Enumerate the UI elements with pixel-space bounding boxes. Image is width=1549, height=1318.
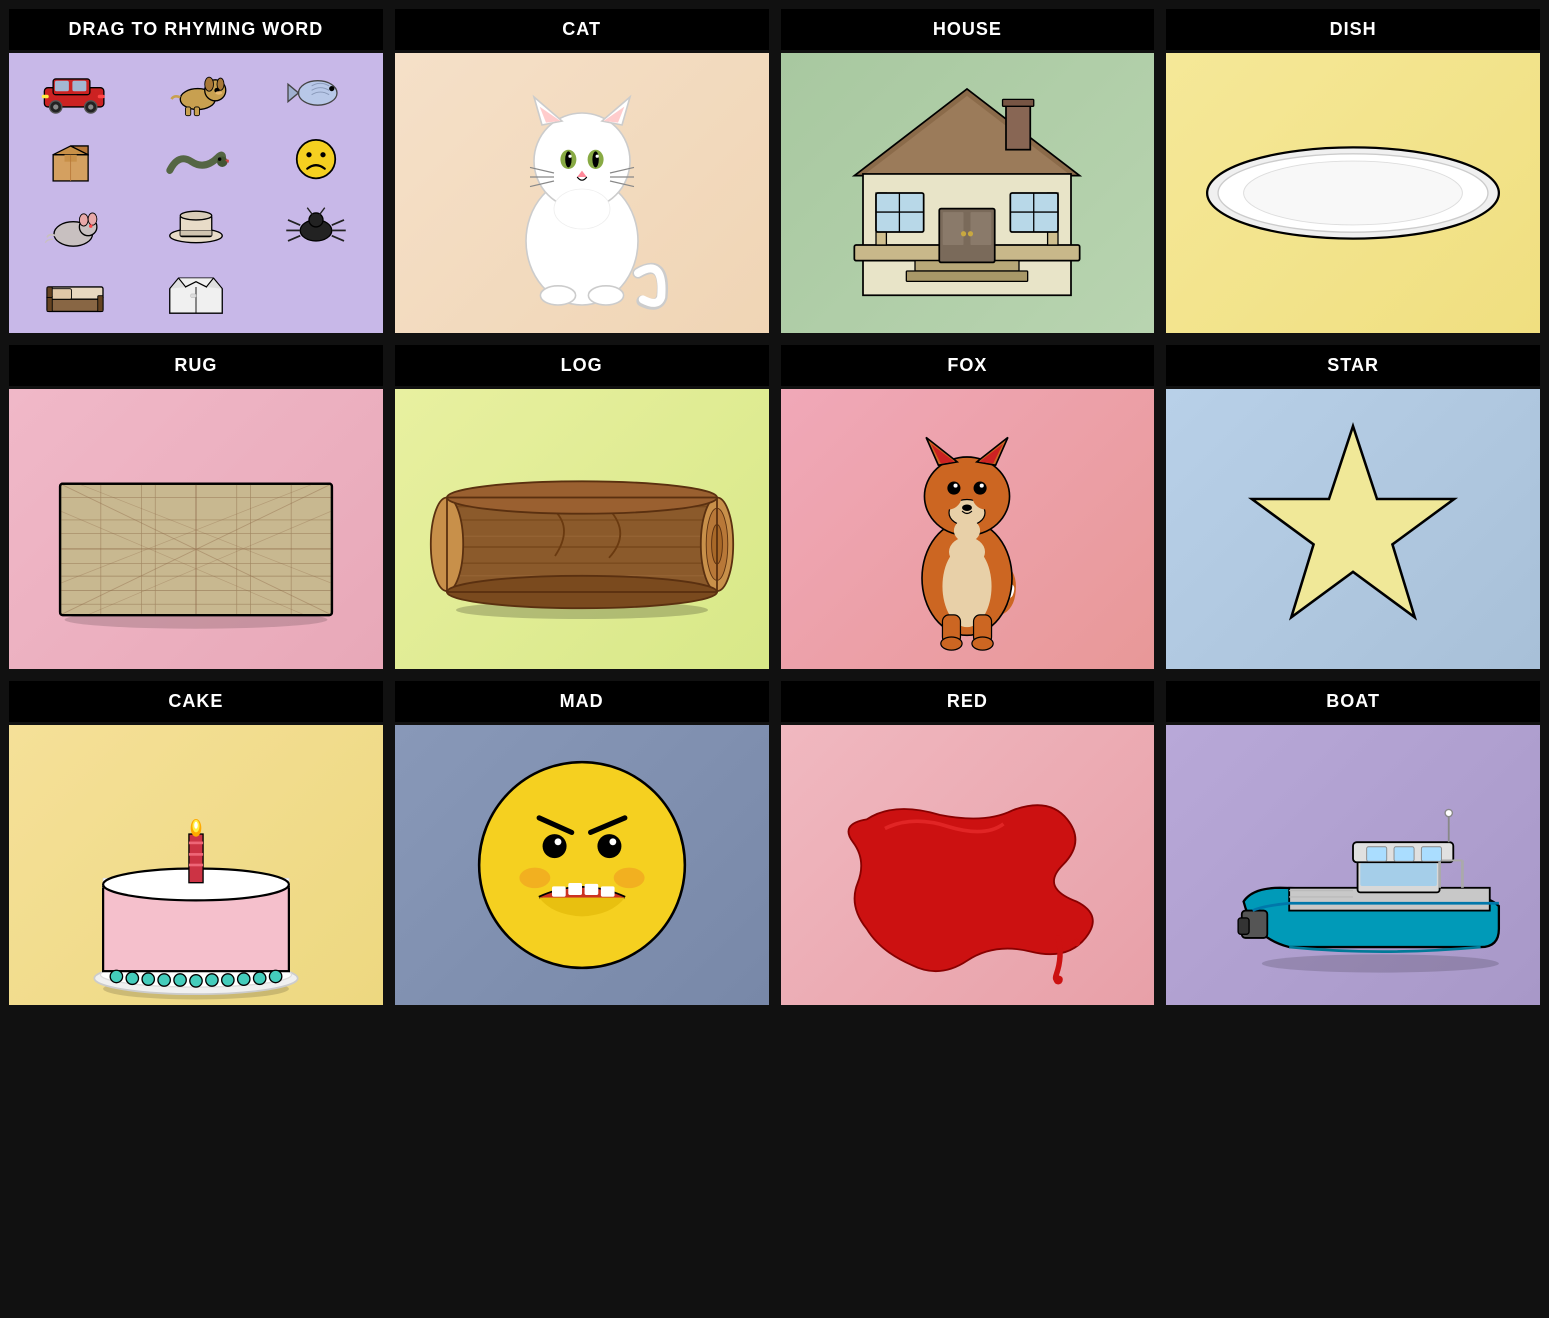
drag-item-empty — [258, 262, 375, 325]
cell-boat: BOAT — [1163, 678, 1543, 1008]
body-star[interactable] — [1166, 389, 1540, 669]
cell-rug: RUG — [6, 342, 386, 672]
body-red[interactable] — [781, 725, 1155, 1005]
drag-item-fish[interactable] — [258, 61, 375, 124]
header-dish: DISH — [1166, 9, 1540, 53]
drag-item-sad-face[interactable] — [258, 128, 375, 191]
header-drag-source: DRAG TO RHYMING WORD — [9, 9, 383, 53]
cell-log: LOG — [392, 342, 772, 672]
body-cat[interactable] — [395, 53, 769, 333]
cell-cat: CAT — [392, 6, 772, 336]
drag-item-hat[interactable] — [138, 195, 255, 258]
header-cake: CAKE — [9, 681, 383, 725]
header-fox: FOX — [781, 345, 1155, 389]
body-cake[interactable] — [9, 725, 383, 1005]
drag-item-mouse[interactable] — [17, 195, 134, 258]
drag-item-coat[interactable] — [138, 262, 255, 325]
drag-item-bed[interactable] — [17, 262, 134, 325]
body-house[interactable] — [781, 53, 1155, 333]
cell-fox: FOX — [778, 342, 1158, 672]
header-red: RED — [781, 681, 1155, 725]
cell-red: RED — [778, 678, 1158, 1008]
header-rug: RUG — [9, 345, 383, 389]
drag-item-car[interactable] — [17, 61, 134, 124]
drag-item-bug[interactable] — [258, 195, 375, 258]
drag-item-snake[interactable] — [138, 128, 255, 191]
header-house: HOUSE — [781, 9, 1155, 53]
cell-house: HOUSE — [778, 6, 1158, 336]
cell-star: STAR — [1163, 342, 1543, 672]
body-rug[interactable] — [9, 389, 383, 669]
body-dish[interactable] — [1166, 53, 1540, 333]
cell-mad: MAD — [392, 678, 772, 1008]
main-grid: DRAG TO RHYMING WORD — [0, 0, 1549, 1014]
body-fox[interactable] — [781, 389, 1155, 669]
header-cat: CAT — [395, 9, 769, 53]
header-star: STAR — [1166, 345, 1540, 389]
body-drag-source[interactable] — [9, 53, 383, 333]
cell-cake: CAKE — [6, 678, 386, 1008]
drag-item-box[interactable] — [17, 128, 134, 191]
header-mad: MAD — [395, 681, 769, 725]
cell-drag-source: DRAG TO RHYMING WORD — [6, 6, 386, 336]
drag-items-container — [9, 53, 383, 333]
header-boat: BOAT — [1166, 681, 1540, 725]
drag-item-dog[interactable] — [138, 61, 255, 124]
body-boat[interactable] — [1166, 725, 1540, 1005]
body-mad[interactable] — [395, 725, 769, 1005]
header-log: LOG — [395, 345, 769, 389]
cell-dish: DISH — [1163, 6, 1543, 336]
body-log[interactable] — [395, 389, 769, 669]
